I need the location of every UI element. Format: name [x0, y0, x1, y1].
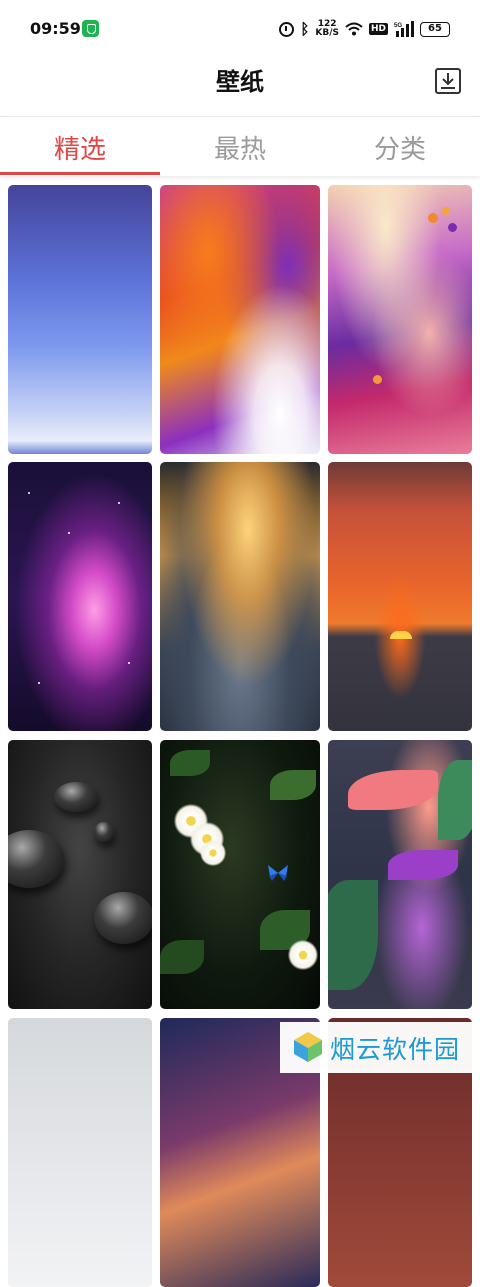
wifi-icon	[345, 22, 363, 36]
wallpaper-thumbnail[interactable]	[328, 185, 472, 454]
wallpaper-thumbnail[interactable]	[8, 740, 152, 1009]
watermark-logo-icon	[294, 1032, 322, 1062]
status-time: 09:59	[30, 19, 81, 38]
status-bar: 09:59 ᛒ 122 KB/S HD 5G 65	[0, 0, 480, 58]
wallpaper-thumbnail[interactable]	[160, 462, 320, 731]
network-speed-unit: KB/S	[315, 28, 339, 38]
signal-icon: 5G	[394, 21, 414, 37]
download-button[interactable]	[434, 67, 462, 95]
battery-level: 65	[428, 22, 442, 34]
active-tab-indicator	[0, 172, 160, 175]
tab-categories[interactable]: 分类	[320, 129, 480, 166]
wallpaper-thumbnail[interactable]	[160, 185, 320, 454]
butterfly-icon	[268, 865, 288, 881]
bluetooth-icon: ᛒ	[300, 20, 310, 38]
wallpaper-thumbnail[interactable]	[8, 1018, 152, 1287]
watermark: 烟云软件园	[280, 1022, 480, 1073]
hd-badge: HD	[368, 23, 388, 35]
page-title: 壁纸	[216, 68, 264, 96]
wallpaper-thumbnail[interactable]	[160, 740, 320, 1009]
status-icons: ᛒ 122 KB/S HD 5G 65	[279, 16, 450, 42]
wallpaper-thumbnail[interactable]	[8, 462, 152, 731]
tab-bar: 精选 最热 分类	[0, 116, 480, 176]
alarm-icon	[279, 21, 295, 37]
tab-hottest[interactable]: 最热	[160, 129, 320, 166]
battery-icon: 65	[420, 21, 450, 37]
watermark-text: 烟云软件园	[330, 1035, 461, 1064]
wallpaper-thumbnail[interactable]	[8, 185, 152, 454]
network-speed: 122 KB/S	[315, 20, 339, 38]
tab-featured[interactable]: 精选	[0, 129, 160, 166]
wallpaper-thumbnail[interactable]	[328, 740, 472, 1009]
wallpaper-thumbnail[interactable]	[328, 462, 472, 731]
vpn-shield-icon	[82, 20, 99, 37]
header: 壁纸	[0, 58, 480, 116]
